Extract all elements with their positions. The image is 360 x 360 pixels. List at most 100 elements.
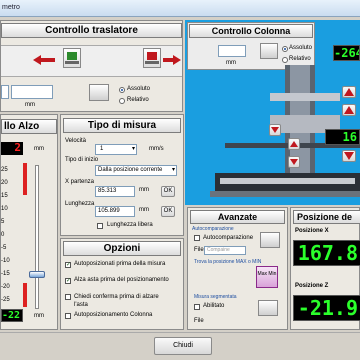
chevron-down-icon: ▾: [171, 167, 175, 173]
autocomparazione-icon[interactable]: [260, 232, 280, 248]
alzo-red-range-bottom: [23, 283, 27, 307]
velocita-unit: mm/s: [149, 146, 164, 152]
colonna-fast-up-button[interactable]: [342, 104, 356, 116]
alzo-bottom-display: -22: [1, 309, 23, 322]
alzo-tick-label: -5: [1, 245, 7, 251]
tipo-misura-panel: Tipo di misura Velocità 1 ▾ mm/s Tipo di…: [60, 114, 184, 236]
colonna-up-button[interactable]: [342, 86, 356, 98]
misura-segmentata-icon[interactable]: [258, 300, 278, 316]
max-min-label: Max Min: [257, 271, 277, 277]
avanzate-file-label: File: [194, 247, 204, 253]
colonna-lcd-top: -264: [333, 45, 360, 61]
misura-segmentata-label: Misura segmentata: [194, 294, 237, 300]
colonna-radio-relativo[interactable]: [282, 57, 288, 63]
abilitato-label: Abilitato: [203, 303, 225, 309]
traslatore-go-button[interactable]: [89, 84, 109, 101]
chevron-down-icon: ▾: [131, 146, 135, 152]
traslatore-panel: Controllo traslatore mm Assoluto Relativ…: [0, 20, 183, 112]
lunghezza-label: Lunghezza: [65, 201, 95, 207]
lunghezza-ok-button[interactable]: OK: [161, 206, 175, 217]
colonna-lcd-mid: 16: [325, 129, 360, 145]
alzo-unit: mm: [34, 146, 44, 152]
max-min-button[interactable]: Max Min: [256, 266, 278, 288]
posizione-z-label: Posizione Z: [295, 283, 329, 289]
move-left-button[interactable]: [63, 48, 81, 68]
colonna-down-button[interactable]: [342, 150, 356, 162]
autocomparazione-checkbox[interactable]: [194, 235, 200, 241]
move-right-button[interactable]: [143, 48, 161, 68]
right-arrow-icon: [163, 55, 181, 65]
traslatore-unit: mm: [25, 102, 35, 108]
avanzate-autocomp-section: Autocomparazione: [192, 226, 234, 232]
velocita-select[interactable]: 1 ▾: [95, 144, 137, 155]
colonna-position-input[interactable]: [218, 45, 246, 57]
colonna-radio-assoluto[interactable]: [282, 46, 288, 52]
posizione-z-display: -21.9: [293, 295, 360, 321]
lunghezza-libera-checkbox[interactable]: [97, 223, 103, 229]
alzo-panel: llo Alzo 2 mm 25 20 15 10 5 0 -5 -10 -15…: [0, 114, 58, 330]
opzioni-label-chiedi-conferma: Chiedi conferma prima di alzare l'asta: [74, 294, 159, 308]
alzo-tick-label: 20: [1, 180, 8, 186]
colonna-side-up-button[interactable]: [288, 138, 300, 150]
opzioni-label-alza-asta: Alza asta prima del posizionamento: [74, 277, 169, 283]
x-partenza-unit: mm: [139, 187, 149, 193]
x-partenza-label: X partenza: [65, 179, 95, 185]
left-arrow-icon: [33, 55, 55, 65]
posizione-x-display: 167.8: [293, 240, 360, 266]
traslatore-position-input-a[interactable]: [1, 85, 9, 99]
posizione-panel: Posizione de Posizione X 167.8 Posizione…: [290, 207, 360, 330]
window-title: metro: [2, 4, 20, 11]
alzo-tick-label: 15: [1, 193, 8, 199]
opzioni-label-autoposizionati: Autoposizionati prima della misura: [74, 261, 166, 267]
x-partenza-ok-button[interactable]: OK: [161, 186, 175, 197]
alzo-bottom-unit: mm: [34, 313, 44, 319]
tipo-inizio-select[interactable]: Dalla posizione corrente ▾: [95, 165, 177, 176]
avanzate-title: Avanzate: [190, 210, 285, 224]
colonna-side-down-button[interactable]: [269, 124, 281, 136]
colonna-panel: Controllo Colonna mm Assoluto Relativo: [187, 22, 315, 70]
alzo-tick-label: -25: [1, 297, 10, 303]
tipo-misura-title: Tipo di misura: [63, 118, 181, 133]
abilitato-checkbox[interactable]: [194, 304, 200, 310]
traslatore-radio-assoluto[interactable]: [119, 87, 125, 93]
alzo-tick-label: -10: [1, 258, 10, 264]
opzioni-checkbox-chiedi-conferma[interactable]: [65, 294, 71, 300]
alzo-tick-label: 5: [1, 219, 5, 225]
alzo-slider-thumb[interactable]: [29, 271, 45, 278]
opzioni-checkbox-autoposizionati[interactable]: [65, 261, 71, 268]
posizione-x-label: Posizione X: [295, 228, 329, 234]
opzioni-panel: Opzioni Autoposizionati prima della misu…: [60, 238, 184, 330]
colonna-go-button[interactable]: [260, 43, 278, 59]
opzioni-label-autoposizionamento-colonna: Autoposizionamento Colonna: [74, 312, 153, 318]
opzioni-checkbox-autoposizionamento-colonna[interactable]: [65, 313, 71, 319]
alzo-display: 2: [1, 142, 23, 155]
avanzate-panel: Avanzate Autocomparazione Autocomparazio…: [187, 207, 288, 330]
lunghezza-libera-label: Lunghezza libera: [107, 222, 153, 228]
close-button[interactable]: Chiudi: [154, 337, 212, 355]
lunghezza-input[interactable]: 105.899: [95, 206, 135, 217]
traslatore-label-assoluto: Assoluto: [127, 86, 151, 92]
tipo-inizio-label: Tipo di inizio: [65, 157, 99, 163]
alzo-slider-track: [35, 165, 39, 309]
autocomparazione-file-input[interactable]: Compaine: [204, 246, 246, 255]
colonna-side-left-button[interactable]: [288, 156, 300, 168]
alzo-tick-label: -20: [1, 284, 10, 290]
posizione-title: Posizione de: [293, 210, 360, 224]
x-partenza-input[interactable]: 85.313: [95, 186, 135, 197]
alzo-tick-label: 10: [1, 206, 8, 212]
alzo-title: llo Alzo: [1, 119, 57, 134]
alzo-tick-label: 0: [1, 232, 5, 238]
velocita-label: Velocità: [65, 138, 87, 144]
alzo-tick-label: -15: [1, 271, 10, 277]
opzioni-title: Opzioni: [63, 241, 181, 256]
traslatore-position-input[interactable]: [11, 85, 53, 99]
colonna-title: Controllo Colonna: [189, 24, 313, 38]
velocita-value: 1: [100, 146, 104, 152]
trova-max-min-label: Trova la posizione MAX o MIN: [194, 259, 262, 265]
opzioni-checkbox-alza-asta[interactable]: [65, 277, 71, 284]
autocomparazione-label: Autocomparazione: [203, 235, 254, 241]
traslatore-radio-relativo[interactable]: [119, 98, 125, 104]
colonna-label-relativo: Relativo: [289, 56, 311, 62]
lunghezza-unit: mm: [139, 207, 149, 213]
alzo-red-range: [23, 163, 27, 195]
